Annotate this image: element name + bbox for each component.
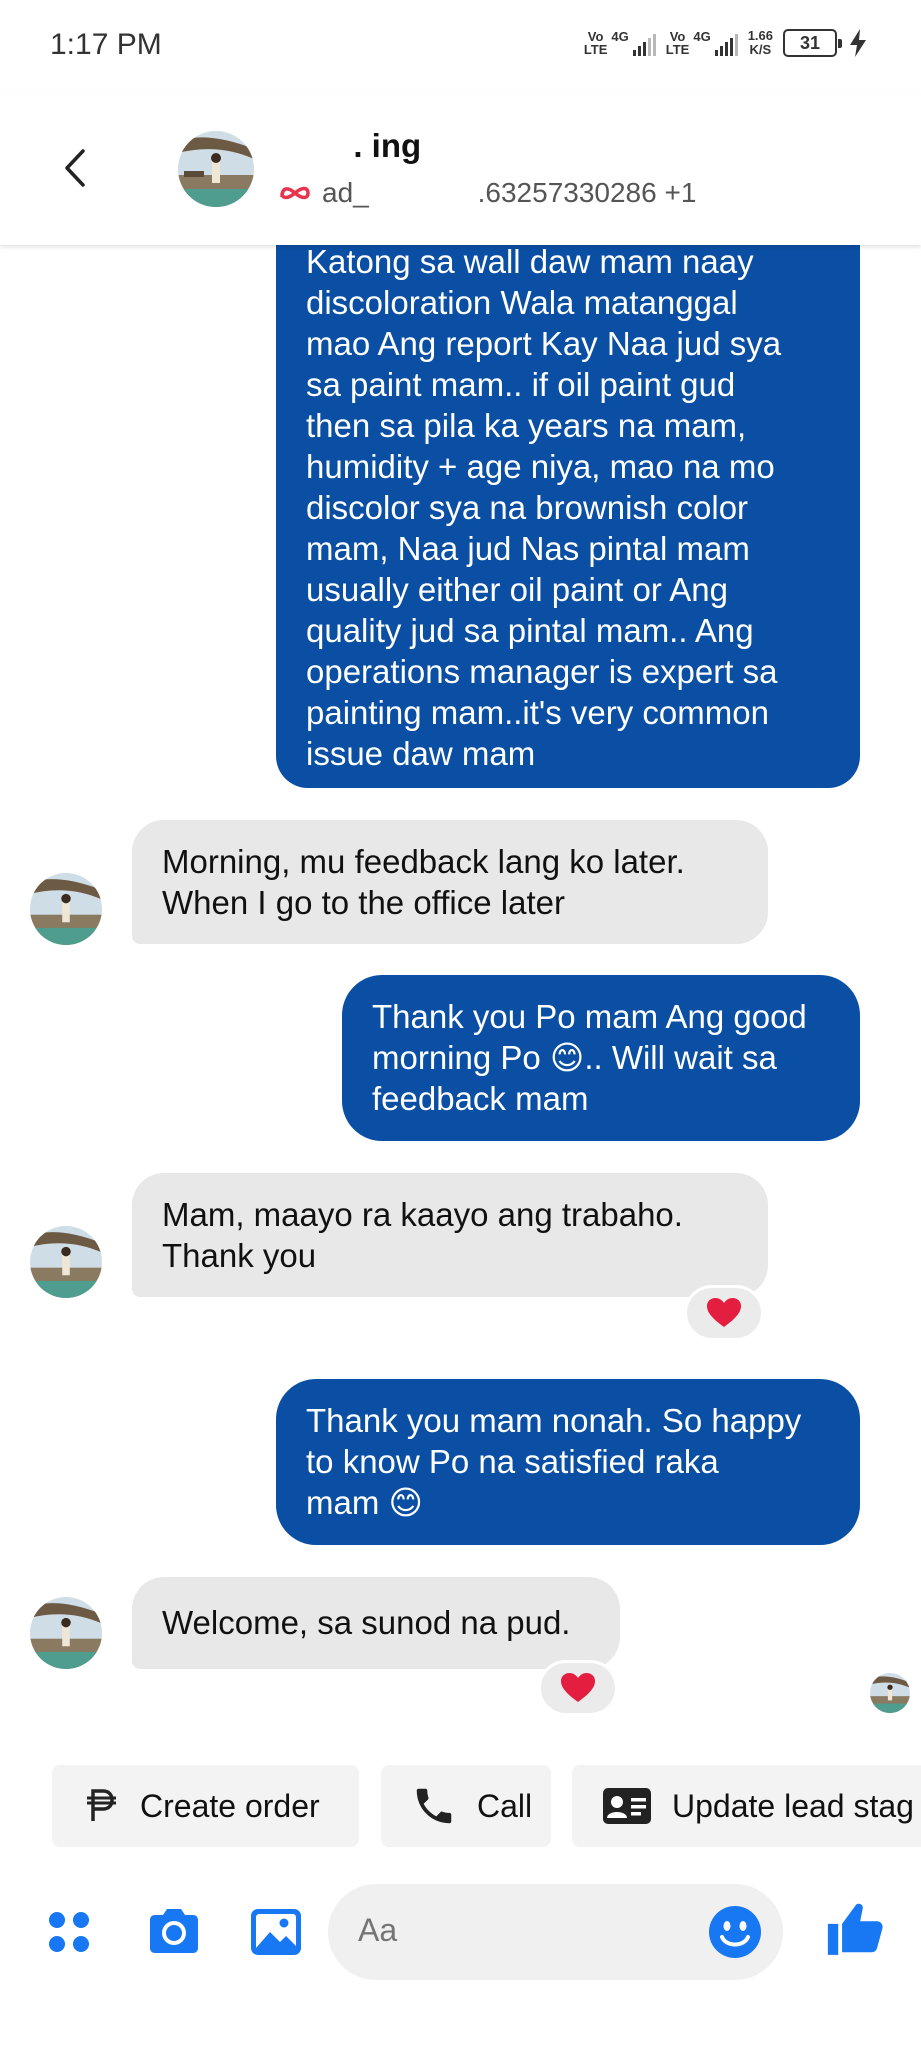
battery-icon: 31 (783, 29, 842, 57)
message-input[interactable] (358, 1912, 688, 1949)
message-text: Thank you mam nonah. So happy to know Po … (306, 1400, 830, 1523)
reaction-badge[interactable] (538, 1660, 618, 1716)
network-speed-unit: K/S (749, 42, 772, 57)
message-line: Welcome, sa sunod na pud. (162, 1604, 571, 1641)
message-bubble-outgoing[interactable]: Thank you mam nonah. So happy to know Po … (276, 1379, 860, 1545)
message-text: Thank you Po mam Ang good morning Po 😊.. … (372, 996, 830, 1119)
message-line: Thank you Po mam Ang good (372, 998, 807, 1035)
avatar-photo (870, 1673, 910, 1713)
contact-avatar-small (30, 1226, 102, 1298)
message-line: discoloration Wala matanggal (306, 284, 738, 321)
message-line: humidity + age niya, mao na mo (306, 448, 775, 485)
message-line: Morning, mu feedback lang ko later. (162, 843, 685, 880)
message-line: feedback mam (372, 1080, 589, 1117)
message-bubble-incoming[interactable]: Morning, mu feedback lang ko later. When … (132, 820, 768, 944)
avatar-photo (30, 1597, 102, 1669)
contact-card-icon (603, 1788, 651, 1824)
sim1-signal: Vo LTE 4G (584, 30, 656, 56)
avatar-photo (30, 1226, 102, 1298)
grid-dots-icon (49, 1912, 89, 1952)
contact-avatar-small (30, 1597, 102, 1669)
avatar-photo (30, 873, 102, 945)
heart-icon (707, 1298, 741, 1327)
contact-subtitle: ad_ .63257330286 +1 (278, 177, 696, 209)
camera-icon (150, 1909, 198, 1953)
sim2-volte-bottom: LTE (665, 42, 690, 57)
message-line: When I go to the office later (162, 884, 565, 921)
network-speed-value: 1.66 (747, 28, 773, 43)
create-order-label: Create order (140, 1787, 320, 1824)
message-list[interactable]: Katong sa wall daw mam naay discoloration… (0, 215, 921, 1745)
charging-bolt-icon (850, 29, 866, 57)
message-line: painting mam..it's very common (306, 694, 769, 731)
more-actions-button[interactable] (42, 1902, 102, 1962)
call-label: Call (477, 1787, 533, 1824)
contact-name: . ing (280, 127, 422, 164)
message-text: Morning, mu feedback lang ko later. When … (162, 841, 738, 923)
message-line: discolor sya na brownish color (306, 489, 749, 526)
heart-icon (561, 1673, 595, 1702)
message-line: issue daw mam (306, 735, 536, 772)
message-text: Katong sa wall daw mam naay discoloration… (306, 241, 830, 774)
update-lead-stage-button[interactable]: Update lead stag (572, 1765, 921, 1847)
message-line: mam, Naa jud Nas pintal mam (306, 530, 750, 567)
contact-avatar-small (30, 873, 102, 945)
message-line: Mam, maayo ra kaayo ang trabaho. (162, 1196, 683, 1233)
message-bubble-outgoing[interactable]: Thank you Po mam Ang good morning Po 😊.. … (342, 975, 860, 1141)
sim1-network-type: 4G (611, 29, 629, 44)
message-line: Katong sa wall daw mam naay (306, 243, 754, 280)
sim2-network-type: 4G (693, 29, 711, 44)
message-input-container[interactable] (328, 1884, 783, 1980)
smiley-icon (709, 1906, 761, 1958)
back-button[interactable] (55, 143, 95, 193)
create-order-button[interactable]: Create order (52, 1765, 359, 1847)
camera-button[interactable] (144, 1902, 204, 1962)
signal-bars-icon (714, 34, 738, 56)
message-line: quality jud sa pintal mam.. Ang (306, 612, 754, 649)
quick-actions-bar: Create order Call Update lead stag (0, 1765, 921, 1847)
message-line: mao Ang report Kay Naa jud sya (306, 325, 782, 362)
chevron-left-icon (65, 149, 85, 187)
network-speed: 1.66 K/S (748, 29, 773, 57)
message-line: then sa pila ka years na mam, (306, 407, 747, 444)
avatar-photo (178, 131, 254, 207)
status-time: 1:17 PM (50, 28, 162, 61)
message-bubble-outgoing[interactable]: Katong sa wall daw mam naay discoloration… (276, 215, 860, 788)
signal-bars-icon (632, 34, 656, 56)
reaction-badge[interactable] (684, 1285, 764, 1341)
seen-receipt-avatar (870, 1673, 910, 1713)
image-icon (251, 1909, 301, 1955)
phone-icon (416, 1788, 452, 1824)
sim2-signal: Vo LTE 4G (666, 30, 738, 56)
sim1-volte-bottom: LTE (583, 42, 608, 57)
message-line: Thank you mam nonah. So happy (306, 1402, 802, 1439)
message-line: Thank you (162, 1237, 317, 1274)
message-bubble-incoming[interactable]: Mam, maayo ra kaayo ang trabaho. Thank yo… (132, 1173, 768, 1297)
conversation-header: . ing ad_ .63257330286 +1 (0, 95, 921, 245)
message-composer (0, 1880, 921, 1985)
message-line: operations manager is expert sa (306, 653, 778, 690)
message-text: Welcome, sa sunod na pud. (162, 1602, 590, 1643)
status-indicators: Vo LTE 4G Vo LTE 4G 1.66 K/S 31 (584, 28, 869, 58)
contact-subtitle-text: ad_ .63257330286 +1 (322, 177, 697, 208)
message-line: sa paint mam.. if oil paint gud (306, 366, 736, 403)
message-line: mam 😊 (306, 1484, 423, 1521)
message-bubble-incoming[interactable]: Welcome, sa sunod na pud. (132, 1577, 620, 1669)
message-text: Mam, maayo ra kaayo ang trabaho. Thank yo… (162, 1194, 738, 1276)
thumbs-up-icon (827, 1903, 883, 1955)
message-line: morning Po 😊.. Will wait sa (372, 1039, 777, 1076)
update-lead-stage-label: Update lead stag (672, 1787, 914, 1824)
message-line: usually either oil paint or Ang (306, 571, 728, 608)
contact-avatar[interactable] (178, 131, 254, 207)
call-button[interactable]: Call (381, 1765, 551, 1847)
like-button[interactable] (824, 1898, 886, 1960)
emoji-button[interactable] (707, 1904, 763, 1960)
peso-icon (87, 1789, 116, 1821)
status-bar: 1:17 PM Vo LTE 4G Vo LTE 4G 1.66 K/S 31 (0, 0, 921, 95)
message-line: to know Po na satisfied raka (306, 1443, 719, 1480)
meta-ads-icon (280, 186, 310, 200)
gallery-button[interactable] (246, 1902, 306, 1962)
battery-level: 31 (799, 32, 821, 53)
